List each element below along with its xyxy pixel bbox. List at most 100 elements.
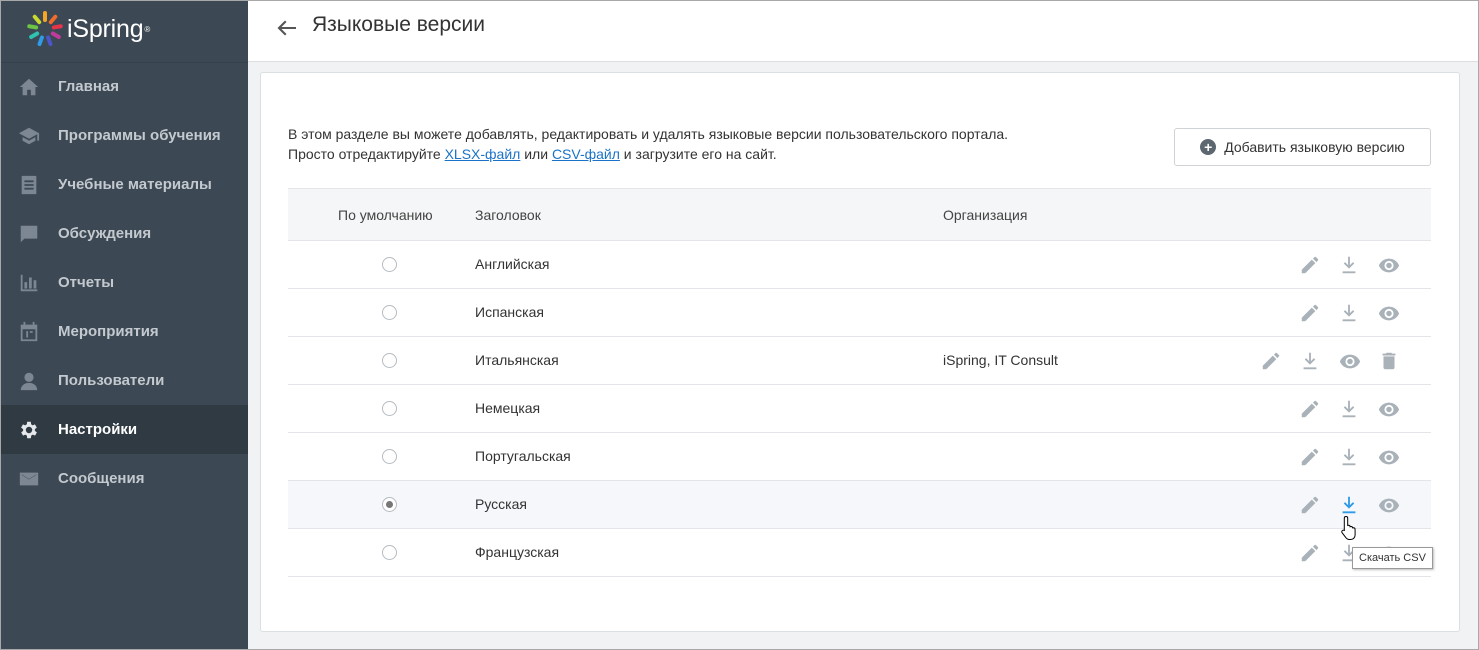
csv-file-link[interactable]: CSV-файл: [552, 146, 620, 162]
eye-icon: [1378, 306, 1400, 321]
sidebar-item-label: Программы обучения: [58, 127, 221, 144]
sidebar-item-settings[interactable]: Настройки: [1, 405, 248, 454]
language-name: Португальская: [475, 448, 571, 464]
download-button[interactable]: [1299, 350, 1321, 372]
eye-icon: [1378, 498, 1400, 513]
default-radio[interactable]: [382, 545, 397, 560]
default-radio[interactable]: [382, 497, 397, 512]
download-button[interactable]: [1338, 254, 1360, 276]
sidebar-item-users[interactable]: Пользователи: [1, 356, 248, 405]
edit-button[interactable]: [1299, 254, 1321, 276]
column-header-title: Заголовок: [475, 207, 541, 223]
download-icon: [1342, 448, 1356, 466]
download-button[interactable]: [1338, 302, 1360, 324]
envelope-icon: [17, 467, 41, 491]
language-name: Итальянская: [475, 352, 559, 368]
sidebar-item-label: Учебные материалы: [58, 176, 212, 193]
page-header: Языковые версии: [248, 1, 1478, 62]
sidebar-item-materials[interactable]: Учебные материалы: [1, 160, 248, 209]
calendar-icon: [17, 320, 41, 344]
download-button[interactable]: [1338, 398, 1360, 420]
xlsx-file-link[interactable]: XLSX-файл: [445, 146, 521, 162]
gear-icon: [17, 418, 41, 442]
intro-text: В этом разделе вы можете добавлять, реда…: [288, 124, 1008, 164]
sidebar-item-label: Сообщения: [58, 470, 145, 487]
download-icon: [1342, 304, 1356, 322]
materials-icon: [17, 173, 41, 197]
pencil-icon: [1301, 496, 1319, 514]
download-icon: [1342, 256, 1356, 274]
pencil-icon: [1301, 448, 1319, 466]
table-body: Английская Испанская Итальянская iSpring, I…: [288, 241, 1431, 577]
edit-button[interactable]: [1299, 542, 1321, 564]
table-row[interactable]: Итальянская iSpring, IT Consult: [288, 337, 1431, 385]
default-radio[interactable]: [382, 401, 397, 416]
column-header-org: Организация: [943, 207, 1028, 223]
ispring-logo-icon: [27, 11, 63, 47]
table-row[interactable]: Немецкая: [288, 385, 1431, 433]
sidebar-item-label: Отчеты: [58, 274, 115, 291]
edit-button[interactable]: [1260, 350, 1282, 372]
plus-circle-icon: +: [1200, 139, 1217, 155]
edit-button[interactable]: [1299, 398, 1321, 420]
chat-icon: [17, 222, 41, 246]
languages-table: По умолчанию Заголовок Организация Англи…: [288, 188, 1431, 577]
download-button[interactable]: [1338, 494, 1360, 516]
sidebar-item-label: Мероприятия: [58, 323, 159, 340]
default-radio[interactable]: [382, 257, 397, 272]
table-row[interactable]: Испанская: [288, 289, 1431, 337]
default-radio[interactable]: [382, 353, 397, 368]
preview-button[interactable]: [1378, 494, 1400, 516]
eye-icon: [1378, 402, 1400, 417]
preview-button[interactable]: [1378, 398, 1400, 420]
delete-button[interactable]: [1378, 350, 1400, 372]
organization: iSpring, IT Consult: [943, 352, 1058, 368]
sidebar-item-label: Главная: [58, 78, 120, 95]
trash-icon: [1382, 352, 1396, 370]
edit-button[interactable]: [1299, 446, 1321, 468]
table-row[interactable]: Русская: [288, 481, 1431, 529]
page-title: Языковые версии: [312, 13, 485, 36]
table-row[interactable]: Португальская: [288, 433, 1431, 481]
eye-icon: [1339, 354, 1361, 369]
sidebar-item-label: Обсуждения: [58, 225, 152, 242]
back-arrow-icon[interactable]: [276, 17, 298, 39]
table-row[interactable]: Французская: [288, 529, 1431, 577]
language-name: Русская: [475, 496, 527, 512]
sidebar-item-discussions[interactable]: Обсуждения: [1, 209, 248, 258]
preview-button[interactable]: [1378, 446, 1400, 468]
hand-cursor-icon: [1341, 515, 1356, 540]
add-language-version-button[interactable]: + Добавить языковую версию: [1174, 128, 1431, 166]
table-header: По умолчанию Заголовок Организация: [288, 188, 1431, 241]
sidebar-item-events[interactable]: Мероприятия: [1, 307, 248, 356]
edit-button[interactable]: [1299, 302, 1321, 324]
sidebar-item-home[interactable]: Главная: [1, 62, 248, 111]
download-button[interactable]: [1338, 446, 1360, 468]
default-radio[interactable]: [382, 305, 397, 320]
preview-button[interactable]: [1339, 350, 1361, 372]
sidebar-nav: Главная Программы обучения Учебные матер…: [1, 62, 248, 503]
logo[interactable]: iSpring ®: [25, 9, 150, 49]
edit-button[interactable]: [1299, 494, 1321, 516]
sidebar-item-messages[interactable]: Сообщения: [1, 454, 248, 503]
pencil-icon: [1301, 304, 1319, 322]
intro-suffix: и загрузите его на сайт.: [619, 146, 777, 162]
download-icon: [1303, 352, 1317, 370]
preview-button[interactable]: [1378, 302, 1400, 324]
language-name: Английская: [475, 256, 550, 272]
column-header-default: По умолчанию: [338, 207, 433, 223]
download-icon: [1342, 400, 1356, 418]
home-icon: [17, 75, 41, 99]
eye-icon: [1378, 450, 1400, 465]
bar-chart-icon: [17, 271, 41, 295]
table-row[interactable]: Английская: [288, 241, 1431, 289]
preview-button[interactable]: [1378, 254, 1400, 276]
language-name: Испанская: [475, 304, 544, 320]
download-icon: [1342, 496, 1356, 514]
sidebar-item-reports[interactable]: Отчеты: [1, 258, 248, 307]
default-radio[interactable]: [382, 449, 397, 464]
sidebar-item-programs[interactable]: Программы обучения: [1, 111, 248, 160]
language-name: Немецкая: [475, 400, 541, 416]
trademark-icon: ®: [144, 24, 151, 34]
intro-or: или: [520, 146, 552, 162]
